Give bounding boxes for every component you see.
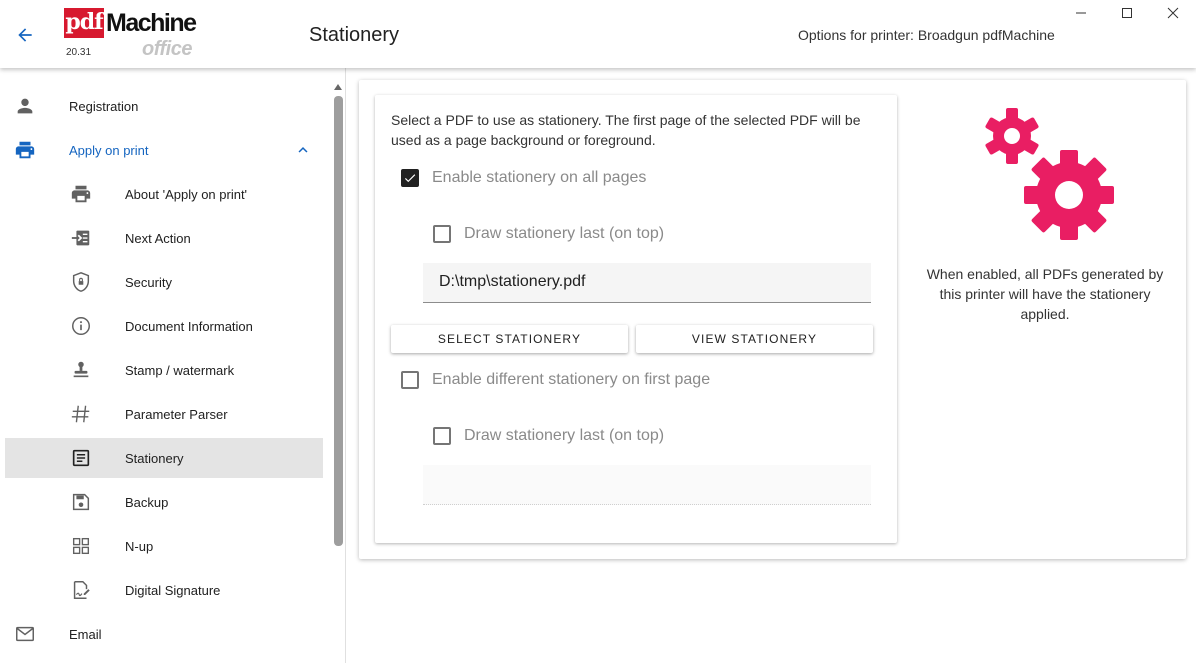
app-logo: pdf Machine office 20.31 xyxy=(64,8,197,62)
sidebar-item-label: Backup xyxy=(125,494,169,510)
stationery-path-field[interactable]: D:\tmp\stationery.pdf xyxy=(423,263,871,303)
scroll-up-arrow-icon[interactable] xyxy=(333,82,343,92)
sidebar-item-label: Stamp / watermark xyxy=(125,362,235,378)
draw-stationery-last-checkbox[interactable]: Draw stationery last (on top) xyxy=(433,225,664,243)
sidebar-item-digital-signature[interactable]: Digital Signature xyxy=(5,570,323,610)
checkbox-unchecked-icon xyxy=(433,225,451,243)
gears-icon xyxy=(985,108,1114,240)
arrow-left-icon xyxy=(18,28,32,42)
sidebar-item-label: Registration xyxy=(69,98,139,114)
hash-icon xyxy=(69,402,93,426)
checkbox-unchecked-icon xyxy=(433,427,451,445)
enable-first-page-stationery-checkbox[interactable]: Enable different stationery on first pag… xyxy=(401,371,710,389)
checkbox-label: Enable different stationery on first pag… xyxy=(432,371,711,388)
logo-office: office xyxy=(142,38,192,60)
logo-machine: Machine xyxy=(106,9,197,37)
person-icon xyxy=(13,94,37,118)
maximize-icon xyxy=(1122,8,1132,18)
sidebar-item-label: Next Action xyxy=(125,230,191,246)
sidebar-item-label: Document Information xyxy=(125,318,253,334)
grid-icon xyxy=(69,534,93,558)
sidebar-item-document-information[interactable]: Document Information xyxy=(5,306,323,346)
printer-icon xyxy=(69,182,93,206)
close-icon xyxy=(1167,7,1179,19)
sidebar-item-parameter-parser[interactable]: Parameter Parser xyxy=(5,394,323,434)
stamp-icon xyxy=(69,358,93,382)
sidebar-scrollbar-thumb[interactable] xyxy=(334,96,343,546)
sidebar-item-label: Security xyxy=(125,274,172,290)
view-stationery-button[interactable]: VIEW STATIONERY xyxy=(636,325,873,353)
sidebar-item-about-apply-on-print[interactable]: About 'Apply on print' xyxy=(5,174,323,214)
sidebar-item-label: About 'Apply on print' xyxy=(125,186,248,202)
sidebar-item-stamp-watermark[interactable]: Stamp / watermark xyxy=(5,350,323,390)
chevron-up-icon[interactable] xyxy=(292,139,314,161)
sidebar-item-email[interactable]: Email xyxy=(0,614,330,654)
save-icon xyxy=(69,490,93,514)
printer-icon xyxy=(13,138,37,162)
sidebar-item-label: Stationery xyxy=(125,450,184,466)
checkbox-label: Enable stationery on all pages xyxy=(432,169,647,186)
info-icon xyxy=(69,314,93,338)
back-button[interactable] xyxy=(12,22,38,48)
enable-stationery-all-pages-checkbox[interactable]: Enable stationery on all pages xyxy=(401,169,646,187)
minimize-button[interactable] xyxy=(1058,0,1104,26)
first-page-stationery-path-field xyxy=(423,465,871,505)
app-header: pdf Machine office 20.31 Stationery Opti… xyxy=(0,0,1196,68)
sidebar-item-label: Digital Signature xyxy=(125,582,221,598)
sidebar-item-backup[interactable]: Backup xyxy=(5,482,323,522)
sidebar-item-label: N-up xyxy=(125,538,154,554)
select-stationery-button[interactable]: SELECT STATIONERY xyxy=(391,325,628,353)
sidebar-item-next-action[interactable]: Next Action xyxy=(5,218,323,258)
close-button[interactable] xyxy=(1150,0,1196,26)
checkbox-label: Draw stationery last (on top) xyxy=(464,225,665,242)
mail-icon xyxy=(13,622,37,646)
page-title: Stationery xyxy=(309,24,400,46)
sidebar-item-registration[interactable]: Registration xyxy=(0,86,330,126)
checkbox-unchecked-icon xyxy=(401,371,419,389)
stationery-info-note: When enabled, all PDFs generated by this… xyxy=(926,266,1164,322)
signature-icon xyxy=(69,578,93,602)
checkbox-checked-icon xyxy=(401,169,419,187)
sidebar-item-label: Parameter Parser xyxy=(125,406,228,422)
sidebar-item-stationery[interactable]: Stationery xyxy=(5,438,323,478)
next-action-icon xyxy=(69,226,93,250)
document-icon xyxy=(69,446,93,470)
stationery-description: Select a PDF to use as stationery. The f… xyxy=(391,112,861,148)
sidebar-item-label: Email xyxy=(69,626,102,642)
logo-pdf: pdf xyxy=(64,8,104,38)
printer-info: Options for printer: Broadgun pdfMachine xyxy=(798,27,1055,43)
shield-icon xyxy=(69,270,93,294)
minimize-icon xyxy=(1076,12,1086,14)
sidebar-item-security[interactable]: Security xyxy=(5,262,323,302)
sidebar-item-label: Apply on print xyxy=(69,142,149,158)
sidebar-item-n-up[interactable]: N-up xyxy=(5,526,323,566)
app-version: 20.31 xyxy=(66,47,92,58)
sidebar-item-apply-on-print[interactable]: Apply on print xyxy=(0,130,330,170)
maximize-button[interactable] xyxy=(1104,0,1150,26)
checkbox-label: Draw stationery last (on top) xyxy=(464,427,665,444)
draw-first-page-stationery-last-checkbox[interactable]: Draw stationery last (on top) xyxy=(433,427,664,445)
